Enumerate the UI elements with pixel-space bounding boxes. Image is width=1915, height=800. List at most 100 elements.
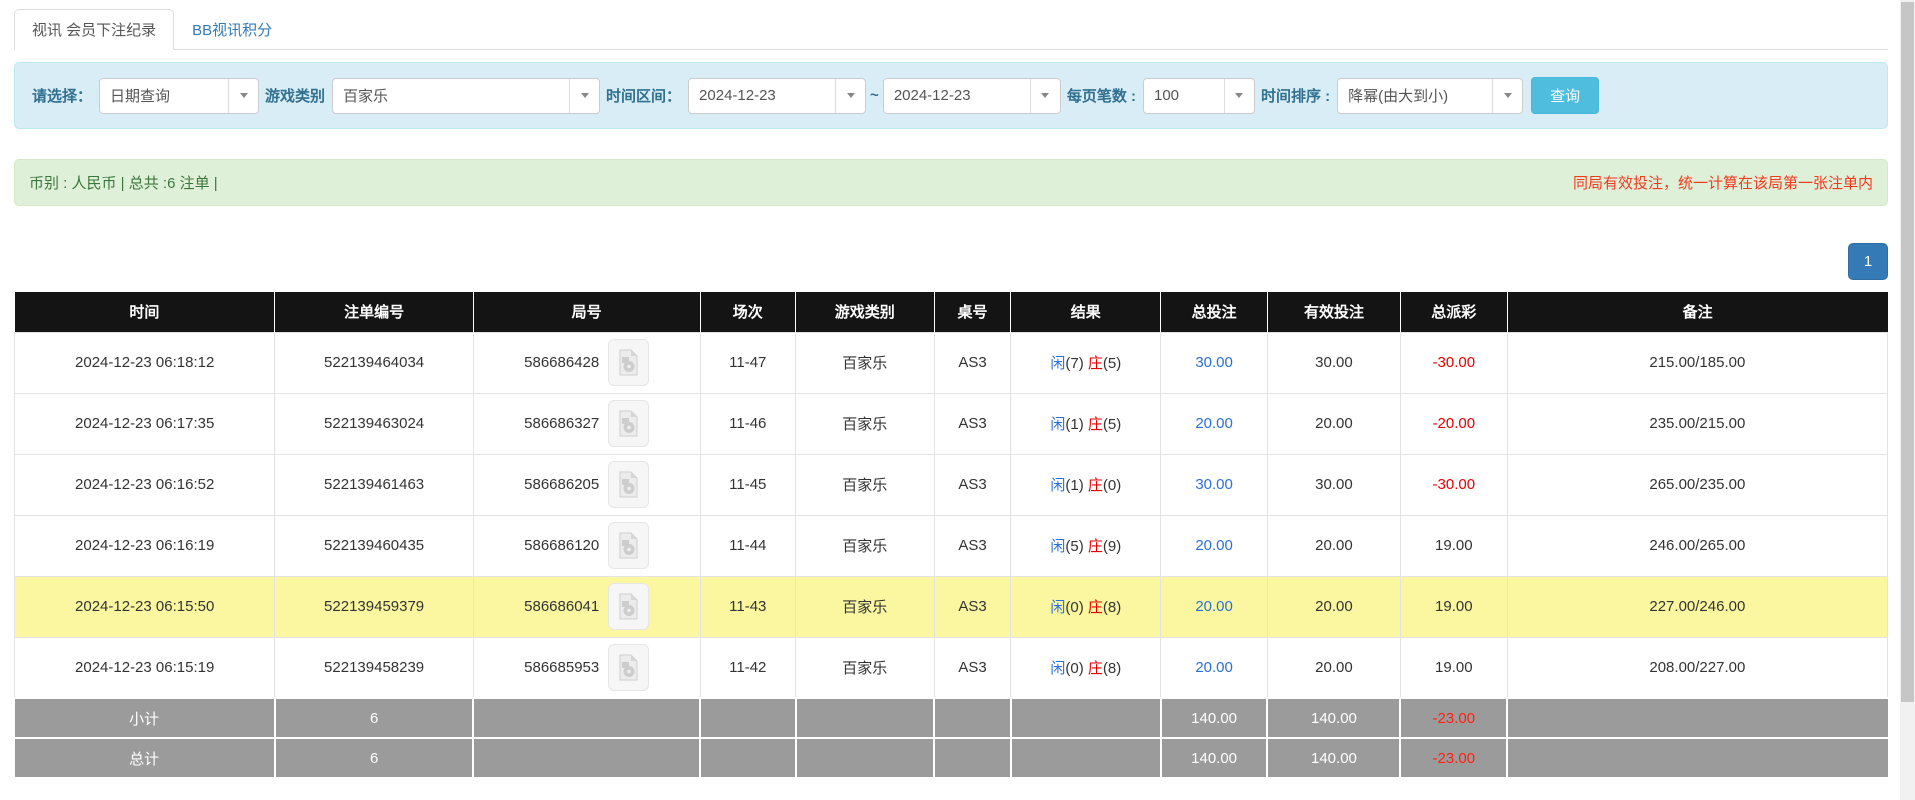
cell-valid-bet: 30.00 (1267, 454, 1400, 515)
page-1-button[interactable]: 1 (1848, 243, 1888, 280)
caret-down-icon (228, 79, 258, 113)
search-button[interactable]: 查询 (1531, 77, 1599, 114)
total-bet-value[interactable]: 20.00 (1195, 598, 1233, 615)
film-file-icon (618, 532, 639, 559)
round-number: 586686327 (524, 415, 599, 432)
caret-down-icon (1492, 79, 1522, 113)
total-bet-value[interactable]: 20.00 (1195, 537, 1233, 554)
cell-session: 11-43 (700, 576, 796, 637)
cell-remark: 208.00/227.00 (1507, 637, 1887, 698)
main-content: 视讯 会员下注纪录 BB视讯积分 请选择： 日期查询 游戏类别 百家乐 时间区间… (0, 0, 1915, 779)
footer-empty (473, 738, 700, 778)
footer-total-bet: 140.00 (1161, 738, 1268, 778)
cell-remark: 227.00/246.00 (1507, 576, 1887, 637)
cell-session: 11-42 (700, 637, 796, 698)
column-header: 有效投注 (1267, 292, 1400, 332)
tab-bb-video-points[interactable]: BB视讯积分 (174, 9, 290, 50)
footer-empty (700, 738, 796, 778)
date-from-select[interactable]: 2024-12-23 (688, 78, 866, 114)
date-to-value: 2024-12-23 (884, 87, 981, 104)
cell-payout: 19.00 (1400, 576, 1507, 637)
result-banker: 庄 (1088, 355, 1103, 372)
currency-total-text: 币别 : 人民币 | 总共 :6 注单 | (29, 172, 218, 193)
filter-bar: 请选择： 日期查询 游戏类别 百家乐 时间区间： 2024-12-23 ~ 20… (14, 62, 1888, 129)
round-number: 586686041 (524, 598, 599, 615)
film-file-icon (618, 654, 639, 681)
column-header: 桌号 (934, 292, 1011, 332)
game-category-label: 游戏类别 (265, 85, 325, 106)
cell-valid-bet: 20.00 (1267, 393, 1400, 454)
cell-valid-bet: 20.00 (1267, 515, 1400, 576)
footer-total-bet: 140.00 (1161, 698, 1268, 738)
vertical-scrollbar[interactable] (1900, 0, 1915, 800)
footer-empty (934, 738, 1011, 778)
game-category-select[interactable]: 百家乐 (332, 78, 600, 114)
round-number: 586685953 (524, 659, 599, 676)
round-number: 586686428 (524, 354, 599, 371)
column-header: 备注 (1507, 292, 1887, 332)
cell-payout: 19.00 (1400, 637, 1507, 698)
video-replay-button[interactable] (608, 461, 649, 508)
total-bet-value[interactable]: 20.00 (1195, 415, 1233, 432)
cell-session: 11-44 (700, 515, 796, 576)
cell-result: 闲(0) 庄(8) (1011, 576, 1161, 637)
column-header: 局号 (473, 292, 700, 332)
cell-remark: 265.00/235.00 (1507, 454, 1887, 515)
query-type-select[interactable]: 日期查询 (99, 78, 259, 114)
video-replay-button[interactable] (608, 583, 649, 630)
round-number: 586686120 (524, 537, 599, 554)
cell-result: 闲(1) 庄(5) (1011, 393, 1161, 454)
cell-time: 2024-12-23 06:16:19 (15, 515, 275, 576)
cell-game: 百家乐 (796, 393, 935, 454)
video-replay-button[interactable] (608, 644, 649, 691)
footer-empty (1507, 698, 1887, 738)
sort-order-select[interactable]: 降幂(由大到小) (1337, 78, 1523, 114)
cell-valid-bet: 20.00 (1267, 576, 1400, 637)
video-replay-button[interactable] (608, 400, 649, 447)
total-bet-value[interactable]: 30.00 (1195, 476, 1233, 493)
page-size-select[interactable]: 100 (1143, 78, 1255, 114)
column-header: 场次 (700, 292, 796, 332)
cell-round: 586686120 (473, 515, 700, 576)
cell-bet-id: 522139461463 (275, 454, 474, 515)
video-replay-button[interactable] (608, 339, 649, 386)
cell-total-bet: 20.00 (1161, 393, 1268, 454)
cell-bet-id: 522139460435 (275, 515, 474, 576)
sort-order-value: 降幂(由大到小) (1338, 85, 1458, 106)
result-banker: 庄 (1088, 538, 1103, 555)
total-bet-value[interactable]: 20.00 (1195, 659, 1233, 676)
scrollbar-thumb[interactable] (1901, 2, 1914, 702)
result-player: 闲 (1050, 660, 1065, 677)
result-player: 闲 (1050, 538, 1065, 555)
footer-empty (796, 698, 935, 738)
table-row: 2024-12-23 06:15:50522139459379586686041… (15, 576, 1888, 637)
cell-game: 百家乐 (796, 637, 935, 698)
total-bet-value[interactable]: 30.00 (1195, 354, 1233, 371)
cell-round: 586686041 (473, 576, 700, 637)
date-to-select[interactable]: 2024-12-23 (883, 78, 1061, 114)
table-header: 时间注单编号局号场次游戏类别桌号结果总投注有效投注总派彩备注 (15, 292, 1888, 332)
result-player: 闲 (1050, 599, 1065, 616)
round-number: 586686205 (524, 476, 599, 493)
table-row: 2024-12-23 06:17:35522139463024586686327… (15, 393, 1888, 454)
footer-empty (796, 738, 935, 778)
tab-bar: 视讯 会员下注纪录 BB视讯积分 (14, 10, 1888, 50)
query-type-label: 请选择： (32, 85, 92, 106)
footer-payout: -23.00 (1400, 738, 1507, 778)
footer-valid-bet: 140.00 (1267, 698, 1400, 738)
caret-down-icon (1224, 79, 1254, 113)
cell-valid-bet: 30.00 (1267, 332, 1400, 393)
video-replay-button[interactable] (608, 522, 649, 569)
footer-label: 小计 (15, 698, 275, 738)
result-player: 闲 (1050, 355, 1065, 372)
cell-session: 11-45 (700, 454, 796, 515)
table-row: 2024-12-23 06:18:12522139464034586686428… (15, 332, 1888, 393)
cell-result: 闲(0) 庄(8) (1011, 637, 1161, 698)
cell-session: 11-47 (700, 332, 796, 393)
cell-session: 11-46 (700, 393, 796, 454)
cell-table-no: AS3 (934, 637, 1011, 698)
tab-video-bet-records[interactable]: 视讯 会员下注纪录 (14, 9, 174, 50)
footer-empty (1011, 738, 1161, 778)
cell-bet-id: 522139459379 (275, 576, 474, 637)
cell-valid-bet: 20.00 (1267, 637, 1400, 698)
